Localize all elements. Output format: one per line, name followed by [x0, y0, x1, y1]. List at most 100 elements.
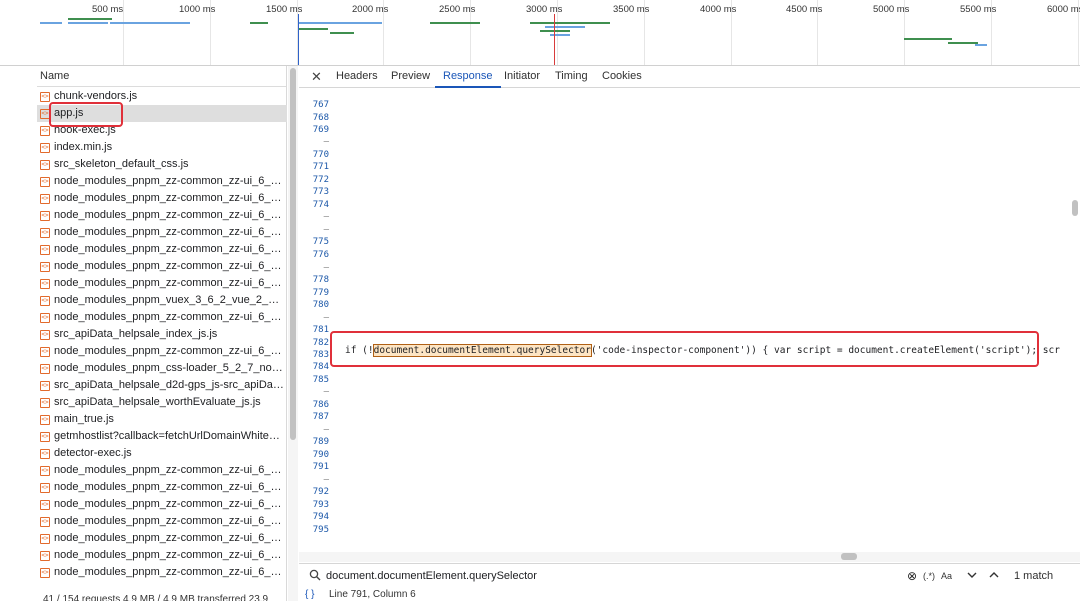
request-row[interactable]: <> node_modules_pnpm_zz-common_zz-ui_6_3_… [37, 513, 287, 530]
request-row[interactable]: <> index.min.js [37, 139, 287, 156]
request-row[interactable]: <> node_modules_pnpm_zz-common_zz-ui_6_3_… [37, 547, 287, 564]
match-case-button[interactable]: Aa [941, 568, 952, 584]
line-number: 792 [312, 487, 329, 497]
timeline-request-bar [550, 34, 570, 36]
chevron-up-icon[interactable] [989, 571, 999, 579]
pretty-print-button[interactable]: { } [305, 588, 314, 601]
tab-headers[interactable]: Headers [336, 66, 378, 88]
script-file-icon: <> [40, 364, 50, 374]
request-name: node_modules_pnpm_zz-common_zz-ui_6_3_3.… [54, 549, 284, 561]
match-count: 1 match [1014, 570, 1054, 582]
request-name: node_modules_pnpm_zz-common_zz-ui_6_3_3.… [54, 481, 284, 493]
timeline-tick-label: 500 ms [92, 4, 124, 15]
network-overview-timeline[interactable]: 500 ms 1000 ms 1500 ms 2000 ms 2500 ms 3000 m… [0, 0, 1080, 66]
cursor-position: Line 791, Column 6 [329, 589, 416, 600]
close-icon[interactable]: ✕ [311, 69, 322, 85]
request-row[interactable]: <> node_modules_pnpm_zz-common_zz-ui_6_3_… [37, 530, 287, 547]
timeline-tick-label: 5500 ms [960, 4, 997, 15]
request-row[interactable]: <> node_modules_pnpm_zz-common_zz-ui_6_3_… [37, 173, 287, 190]
script-file-icon: <> [40, 245, 50, 255]
line-number: 785 [312, 375, 329, 385]
name-column-header[interactable]: Name [37, 66, 286, 87]
clear-search-icon[interactable]: ⊗ [907, 568, 917, 584]
request-row[interactable]: <> detector-exec.js [37, 445, 287, 462]
script-file-icon: <> [40, 449, 50, 459]
request-row[interactable]: <> node_modules_pnpm_zz-common_zz-ui_6_3_… [37, 207, 287, 224]
request-row[interactable]: <> node_modules_pnpm_zz-common_zz-ui_6_3_… [37, 241, 287, 258]
request-row[interactable]: <> node_modules_pnpm_css-loader_5_2_7_nod… [37, 360, 287, 377]
script-file-icon: <> [40, 398, 50, 408]
annotation-box-code-line [330, 331, 1039, 367]
request-row[interactable]: <> main_true.js [37, 411, 287, 428]
line-number: 794 [312, 512, 329, 522]
line-number: 779 [312, 288, 329, 298]
line-number: 772 [312, 175, 329, 185]
script-file-icon: <> [40, 483, 50, 493]
request-name: node_modules_pnpm_zz-common_zz-ui_6_3_3.… [54, 243, 284, 255]
request-row[interactable]: <> src_apiData_helpsale_index_js.js [37, 326, 287, 343]
tab-timing[interactable]: Timing [555, 66, 588, 88]
request-row[interactable]: <> node_modules_pnpm_zz-common_zz-ui_6_3_… [37, 496, 287, 513]
script-file-icon: <> [40, 330, 50, 340]
line-number: – [323, 137, 329, 147]
request-row[interactable]: <> node_modules_pnpm_zz-common_zz-ui_6_3_… [37, 275, 287, 292]
request-name: src_apiData_helpsale_index_js.js [54, 328, 218, 340]
request-row[interactable]: <> node_modules_pnpm_zz-common_zz-ui_6_3_… [37, 224, 287, 241]
code-horizontal-scrollbar[interactable] [299, 552, 1080, 562]
script-file-icon: <> [40, 415, 50, 425]
detail-tabs: ✕ Headers Preview Response Initiator Tim… [299, 66, 1080, 88]
timeline-request-bar [540, 30, 570, 32]
request-name: node_modules_pnpm_zz-common_zz-ui_6_3_3.… [54, 464, 284, 476]
script-file-icon: <> [40, 296, 50, 306]
request-row[interactable]: <> node_modules_pnpm_zz-common_zz-ui_6_3_… [37, 479, 287, 496]
script-file-icon: <> [40, 568, 50, 578]
search-input[interactable] [326, 567, 886, 585]
line-number-gutter: 767 768 769 – 770 771 772 773 774 – – 775 776 – 778 779… [299, 89, 329, 552]
script-file-icon: <> [40, 534, 50, 544]
request-row[interactable]: <> src_skeleton_default_css.js [37, 156, 287, 173]
line-number: – [323, 263, 329, 273]
timeline-request-bar [110, 22, 190, 24]
tab-preview[interactable]: Preview [391, 66, 430, 88]
request-list: <> chunk-vendors.js <> app.js <> hook-exec.js… [37, 88, 287, 593]
chevron-down-icon[interactable] [967, 571, 977, 579]
request-row[interactable]: <> src_apiData_helpsale_worthEvaluate_js.… [37, 394, 287, 411]
script-file-icon: <> [40, 347, 50, 357]
timeline-request-bar [40, 22, 62, 24]
request-row[interactable]: <> node_modules_pnpm_zz-common_zz-ui_6_3_… [37, 343, 287, 360]
line-number: 781 [312, 325, 329, 335]
request-list-scrollbar[interactable] [288, 66, 298, 601]
request-list-scroll-thumb[interactable] [290, 68, 296, 440]
script-file-icon: <> [40, 262, 50, 272]
script-file-icon: <> [40, 92, 50, 102]
script-file-icon: <> [40, 466, 50, 476]
request-row[interactable]: <> node_modules_pnpm_zz-common_zz-ui_6_3_… [37, 309, 287, 326]
request-name: node_modules_pnpm_zz-common_zz-ui_6_3_3.… [54, 498, 284, 510]
response-code-viewer[interactable]: 767 768 769 – 770 771 772 773 774 – – 775 776 – 778 779… [299, 89, 1080, 552]
request-name: node_modules_pnpm_zz-common_zz-ui_6_3_3.… [54, 532, 284, 544]
request-row[interactable]: <> node_modules_pnpm_vuex_3_6_2_vue_2_6_1… [37, 292, 287, 309]
timeline-request-bar [530, 22, 610, 24]
line-number: – [323, 475, 329, 485]
timeline-tick-label: 3500 ms [613, 4, 650, 15]
request-name: getmhostlist?callback=fetchUrlDomainWhit… [54, 430, 284, 442]
request-row[interactable]: <> node_modules_pnpm_zz-common_zz-ui_6_3_… [37, 258, 287, 275]
tab-response[interactable]: Response [435, 66, 501, 88]
line-number: – [323, 425, 329, 435]
regex-toggle-button[interactable]: (.*) [923, 568, 935, 584]
tab-initiator[interactable]: Initiator [504, 66, 540, 88]
timeline-request-bar [68, 22, 108, 24]
script-file-icon: <> [40, 313, 50, 323]
request-row[interactable]: <> node_modules_pnpm_zz-common_zz-ui_6_3_… [37, 190, 287, 207]
request-row[interactable]: <> node_modules_pnpm_zz-common_zz-ui_6_3_… [37, 462, 287, 479]
request-name: node_modules_pnpm_zz-common_zz-ui_6_3_3.… [54, 192, 284, 204]
code-horizontal-scroll-thumb[interactable] [841, 553, 857, 560]
tab-cookies[interactable]: Cookies [602, 66, 642, 88]
line-number: 778 [312, 275, 329, 285]
request-row[interactable]: <> node_modules_pnpm_zz-common_zz-ui_6_3_… [37, 564, 287, 581]
annotation-box-app-js [49, 102, 123, 127]
request-row[interactable]: <> getmhostlist?callback=fetchUrlDomainWh… [37, 428, 287, 445]
code-vertical-scroll-thumb[interactable] [1072, 200, 1078, 216]
request-row[interactable]: <> src_apiData_helpsale_d2d-gps_js-src_ap… [37, 377, 287, 394]
timeline-request-bar [948, 42, 978, 44]
